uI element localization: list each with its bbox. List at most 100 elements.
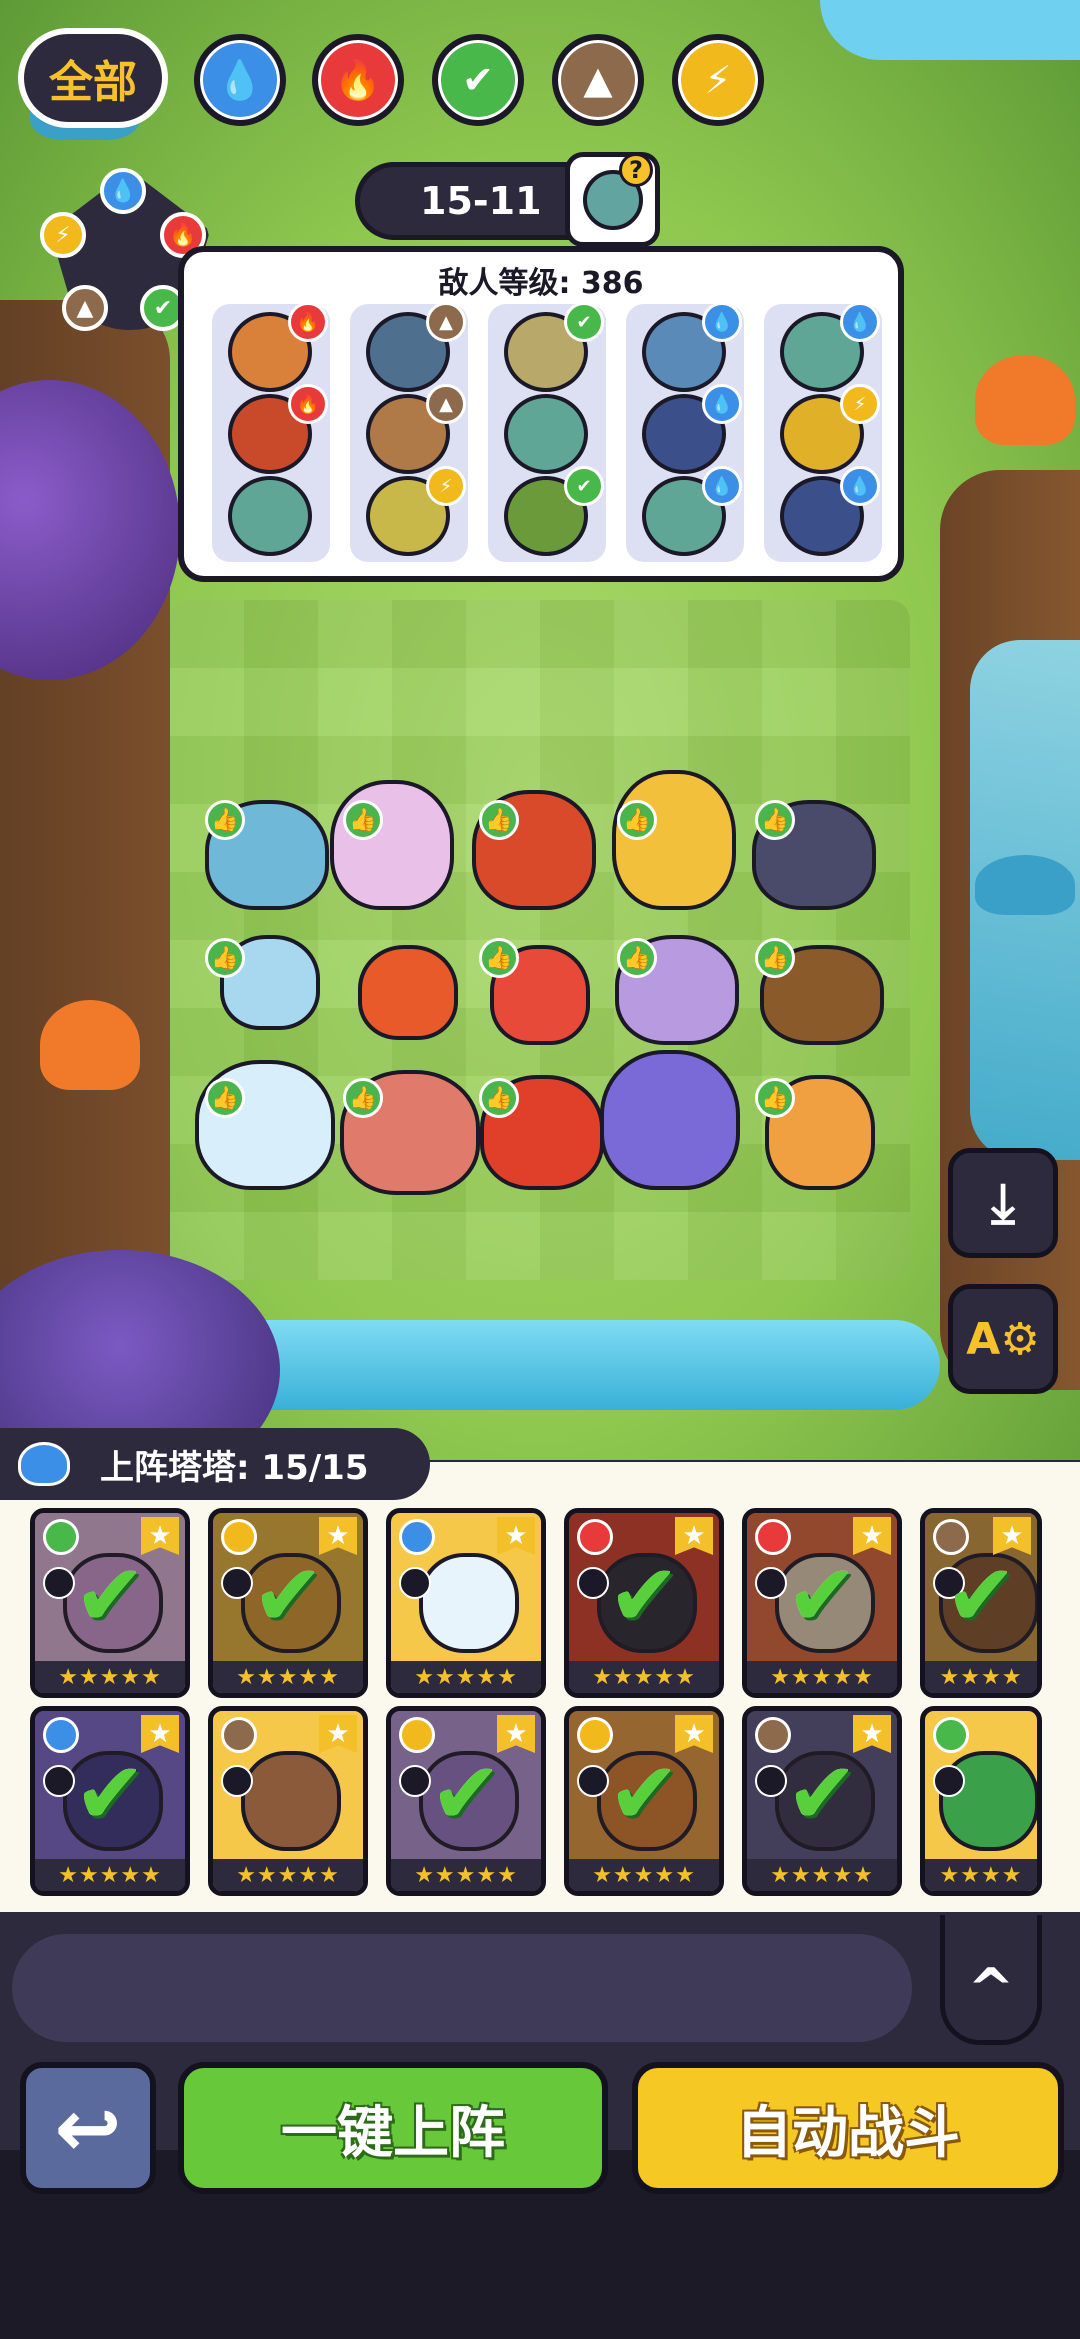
filter-track	[12, 1934, 912, 2042]
cat-icon	[18, 1442, 70, 1486]
team-pet[interactable]	[612, 770, 736, 910]
star-badge-icon: ★	[675, 1715, 713, 1753]
enemy-column: 💧 💧 💧	[626, 302, 744, 562]
star-rating: ★★★★★	[747, 1661, 897, 1693]
team-pet[interactable]	[358, 945, 458, 1040]
pet-card[interactable]: ★ ✔ ★★★★★	[742, 1508, 902, 1698]
role-icon	[933, 1765, 965, 1797]
pet-card[interactable]: ★ ✔ ★★★★★	[386, 1706, 546, 1896]
enemy-column: ▲ ▲ ⚡	[350, 302, 468, 562]
star-rating: ★★★★★	[213, 1859, 363, 1891]
star-rating: ★★★★★	[35, 1661, 185, 1693]
star-rating: ★★★★★	[391, 1661, 541, 1693]
thumbs-up-icon: 👍	[479, 938, 519, 978]
role-icon	[221, 1567, 253, 1599]
filter-fire-button[interactable]: 🔥	[312, 34, 404, 126]
enemy-info-button[interactable]: ?	[565, 152, 660, 247]
return-arrow-icon: ↩	[54, 2081, 122, 2175]
star-badge-icon: ★	[141, 1715, 179, 1753]
star-rating: ★★★★★	[569, 1661, 719, 1693]
role-icon	[221, 1765, 253, 1797]
filter-all-button[interactable]: 全部	[18, 28, 168, 128]
back-button[interactable]: ↩	[20, 2062, 156, 2194]
auto-settings-icon: A⚙	[966, 1313, 1040, 1365]
thumbs-up-icon: 👍	[617, 938, 657, 978]
star-rating: ★★★★★	[391, 1859, 541, 1891]
checkmark-icon: ✔	[785, 1743, 859, 1844]
enemy-level: 敌人等级: 386	[438, 266, 644, 301]
thumbs-up-icon: 👍	[755, 938, 795, 978]
checkmark-icon: ✔	[607, 1743, 681, 1844]
pet-card[interactable]: ★ ★★★★★	[386, 1508, 546, 1698]
team-pet[interactable]	[330, 780, 454, 910]
water-element-icon: 💧	[840, 466, 880, 506]
thumbs-up-icon: 👍	[205, 938, 245, 978]
mushroom-decoration	[975, 855, 1075, 915]
fire-element-icon: 🔥	[288, 384, 328, 424]
pet-card[interactable]: ★ ✔ ★★★★★	[564, 1508, 724, 1698]
role-icon	[577, 1567, 609, 1599]
water-element-icon: 💧	[702, 466, 742, 506]
enemy-portrait	[228, 476, 312, 556]
roster-count: 上阵塔塔: 15/15	[100, 1447, 369, 1488]
earth-element-icon: ▲	[426, 302, 466, 342]
thumbs-up-icon: 👍	[479, 800, 519, 840]
filter-bolt-button[interactable]: ⚡	[672, 34, 764, 126]
pet-portrait	[241, 1751, 341, 1851]
collapse-button[interactable]: ^	[940, 1915, 1042, 2045]
auto-settings-button[interactable]: A⚙	[948, 1284, 1058, 1394]
thumbs-up-icon: 👍	[205, 1078, 245, 1118]
checkmark-icon: ✔	[944, 1545, 1018, 1646]
pet-card[interactable]: ★★★★	[920, 1706, 1042, 1896]
filter-all-label: 全部	[49, 57, 137, 108]
deploy-label: 一键上阵	[281, 2100, 505, 2166]
river	[180, 1320, 940, 1410]
pet-card[interactable]: ★ ✔ ★★★★★	[742, 1706, 902, 1896]
role-icon	[43, 1567, 75, 1599]
bolt-element-icon: ⚡	[426, 466, 466, 506]
role-icon	[577, 1765, 609, 1797]
filter-leaf-button[interactable]: ✔	[432, 34, 524, 126]
chevron-up-icon: ^	[967, 1957, 1015, 2022]
leaf-element-icon	[933, 1717, 969, 1753]
one-click-deploy-button[interactable]: 一键上阵	[178, 2062, 608, 2194]
pet-card[interactable]: ★ ✔ ★★★★★	[564, 1706, 724, 1896]
download-icon: ⤓	[991, 1171, 1015, 1234]
pet-card[interactable]: ★ ✔ ★★★★★	[30, 1706, 190, 1896]
save-formation-button[interactable]: ⤓	[948, 1148, 1058, 1258]
thumbs-up-icon: 👍	[343, 800, 383, 840]
filter-bar	[0, 1912, 1080, 2072]
filter-earth-button[interactable]: ▲	[552, 34, 644, 126]
team-pet[interactable]	[600, 1050, 740, 1190]
thumbs-up-icon: 👍	[343, 1078, 383, 1118]
checkmark-icon: ✔	[429, 1743, 503, 1844]
enemy-column: ✔ ✔	[488, 302, 606, 562]
enemy-panel: 敌人等级: 386 🔥 🔥 ▲ ▲ ⚡ ✔ ✔ 💧 💧 💧 💧 ⚡ 💧	[178, 246, 904, 582]
checkmark-icon: ✔	[251, 1545, 325, 1646]
star-badge-icon: ★	[497, 1517, 535, 1555]
pet-card[interactable]: ★ ✔ ★★★★★	[30, 1508, 190, 1698]
bolt-element-icon: ⚡	[840, 384, 880, 424]
role-icon	[399, 1567, 431, 1599]
pet-card[interactable]: ★ ✔ ★★★★	[920, 1508, 1042, 1698]
checkmark-icon: ✔	[73, 1743, 147, 1844]
flower-decoration	[975, 355, 1075, 445]
star-badge-icon: ★	[141, 1517, 179, 1555]
star-badge-icon: ★	[853, 1715, 891, 1753]
thumbs-up-icon: 👍	[205, 800, 245, 840]
earth-element-icon: ▲	[426, 384, 466, 424]
star-rating: ★★★★★	[747, 1859, 897, 1891]
pet-card[interactable]: ★ ★★★★★	[208, 1706, 368, 1896]
checkmark-icon: ✔	[73, 1545, 147, 1646]
filter-water-button[interactable]: 💧	[194, 34, 286, 126]
water-element-icon: 💧	[702, 384, 742, 424]
earth-element-icon	[221, 1717, 257, 1753]
thumbs-up-icon: 👍	[479, 1078, 519, 1118]
role-icon	[399, 1765, 431, 1797]
enemy-portrait	[504, 394, 588, 474]
river	[820, 0, 1080, 60]
enemy-column: 💧 ⚡ 💧	[764, 302, 882, 562]
auto-battle-button[interactable]: 自动战斗	[632, 2062, 1064, 2194]
star-rating: ★★★★★	[35, 1859, 185, 1891]
pet-card[interactable]: ★ ✔ ★★★★★	[208, 1508, 368, 1698]
